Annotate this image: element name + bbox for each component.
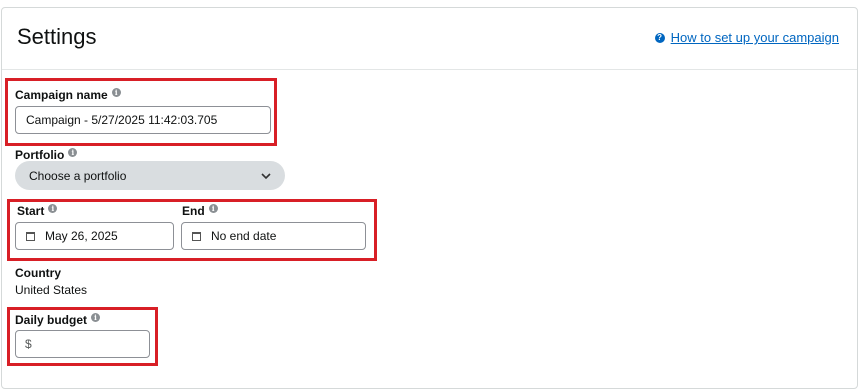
daily-budget-label: Daily budget i (15, 312, 101, 327)
end-label: End i (182, 203, 218, 218)
calendar-icon (192, 231, 201, 241)
info-icon[interactable]: i (91, 312, 101, 322)
end-date-value: No end date (211, 229, 277, 243)
question-circle-icon: ? (654, 32, 665, 43)
end-date-input[interactable]: No end date (181, 222, 366, 250)
calendar-icon (26, 231, 35, 241)
currency-symbol: $ (25, 337, 32, 351)
page-title: Settings (17, 24, 97, 49)
chevron-down-icon (261, 169, 271, 183)
start-date-input[interactable]: May 26, 2025 (15, 222, 174, 250)
start-label: Start i (17, 203, 58, 218)
settings-header: Settings ? How to set up your campaign (2, 8, 857, 70)
campaign-name-value: Campaign - 5/27/2025 11:42:03.705 (26, 113, 218, 127)
country-value: United States (15, 283, 88, 297)
help-link[interactable]: ? How to set up your campaign (654, 30, 839, 45)
country-label: Country (15, 266, 61, 280)
portfolio-label: Portfolio i (15, 147, 78, 162)
info-icon[interactable]: i (48, 203, 58, 213)
daily-budget-input[interactable]: $ (15, 330, 150, 358)
portfolio-selected-value: Choose a portfolio (29, 168, 127, 183)
help-link-text[interactable]: How to set up your campaign (671, 30, 839, 45)
portfolio-dropdown[interactable]: Choose a portfolio (15, 161, 285, 190)
start-date-value: May 26, 2025 (45, 229, 118, 243)
info-icon[interactable]: i (68, 147, 78, 157)
campaign-name-input[interactable]: Campaign - 5/27/2025 11:42:03.705 (15, 106, 271, 134)
info-icon[interactable]: i (111, 87, 121, 97)
info-icon[interactable]: i (208, 203, 218, 213)
campaign-name-label: Campaign name i (15, 87, 121, 102)
